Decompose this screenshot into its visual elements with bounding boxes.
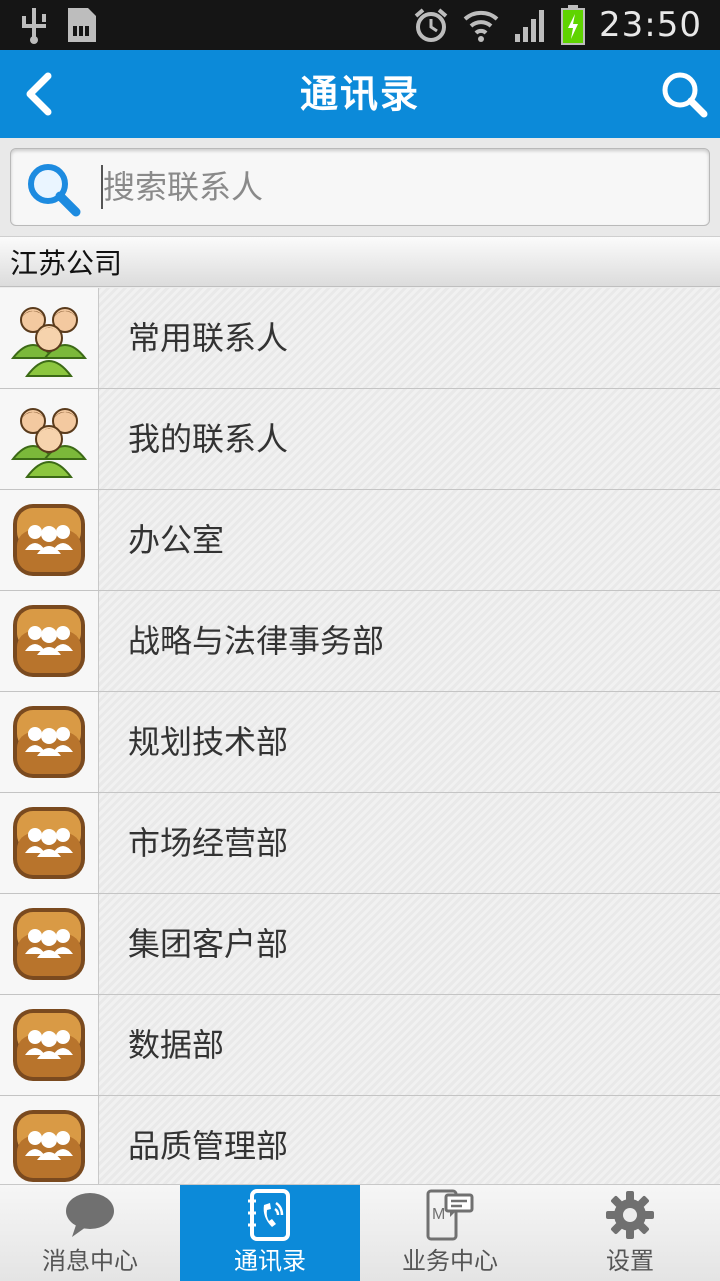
tab-label: 消息中心	[42, 1247, 138, 1275]
list-item[interactable]: 市场经营部	[0, 793, 720, 894]
list-item-label: 品质管理部	[128, 1127, 289, 1165]
search-input[interactable]	[103, 157, 683, 217]
app-header: 通讯录	[0, 50, 720, 138]
tab-label: 业务中心	[402, 1247, 498, 1275]
list-item-label: 规划技术部	[128, 723, 289, 761]
battery-charging-icon	[561, 5, 586, 45]
tab-contacts[interactable]: 通讯录	[180, 1185, 360, 1281]
sd-card-icon	[64, 6, 98, 44]
list-item[interactable]: 品质管理部	[0, 1096, 720, 1184]
department-icon	[0, 1096, 99, 1184]
svg-text:M: M	[432, 1206, 445, 1223]
list-item[interactable]: 数据部	[0, 995, 720, 1096]
tab-business-center[interactable]: M 业务中心	[360, 1185, 540, 1281]
department-icon	[0, 793, 99, 893]
department-icon	[0, 490, 99, 590]
status-bar: 23:50	[0, 0, 720, 50]
business-icon: M	[426, 1189, 474, 1241]
contact-list: 常用联系人 我的联系人 办公室 战略与法律事务部 规划技术部 市场经营部 集团客…	[0, 288, 720, 1184]
search-icon	[662, 72, 708, 118]
header-search-button[interactable]	[654, 64, 714, 124]
address-book-icon	[248, 1189, 290, 1241]
list-item-label: 我的联系人	[128, 420, 289, 458]
wifi-icon	[463, 7, 499, 43]
department-icon	[0, 894, 99, 994]
gear-icon	[606, 1191, 654, 1239]
alarm-icon	[413, 7, 449, 43]
list-item-label: 市场经营部	[128, 824, 289, 862]
tab-label: 设置	[606, 1247, 654, 1275]
department-icon	[0, 995, 99, 1095]
page-title: 通讯录	[299, 72, 420, 116]
chat-bubble-icon	[66, 1193, 114, 1237]
search-icon	[28, 164, 81, 217]
department-icon	[0, 591, 99, 691]
list-item[interactable]: 我的联系人	[0, 389, 720, 490]
list-item[interactable]: 常用联系人	[0, 288, 720, 389]
people-group-icon	[0, 389, 99, 489]
tab-message-center[interactable]: 消息中心	[0, 1185, 180, 1281]
people-group-icon	[0, 288, 99, 388]
list-item-label: 办公室	[128, 521, 225, 559]
group-header: 江苏公司	[0, 237, 720, 287]
list-item[interactable]: 办公室	[0, 490, 720, 591]
search-box[interactable]	[10, 148, 710, 226]
bottom-tab-bar: 消息中心 通讯录 M 业务中心 设置	[0, 1184, 720, 1281]
list-item-label: 集团客户部	[128, 925, 289, 963]
list-item[interactable]: 战略与法律事务部	[0, 591, 720, 692]
list-item-label: 战略与法律事务部	[128, 622, 385, 660]
department-icon	[0, 692, 99, 792]
tab-label: 通讯录	[234, 1247, 306, 1275]
search-bar	[0, 138, 720, 237]
list-item-label: 常用联系人	[128, 319, 289, 357]
signal-icon	[513, 8, 547, 42]
list-item[interactable]: 规划技术部	[0, 692, 720, 793]
list-item-label: 数据部	[128, 1026, 225, 1064]
usb-icon	[18, 6, 50, 44]
tab-settings[interactable]: 设置	[540, 1185, 720, 1281]
status-time: 23:50	[599, 5, 702, 45]
list-item[interactable]: 集团客户部	[0, 894, 720, 995]
